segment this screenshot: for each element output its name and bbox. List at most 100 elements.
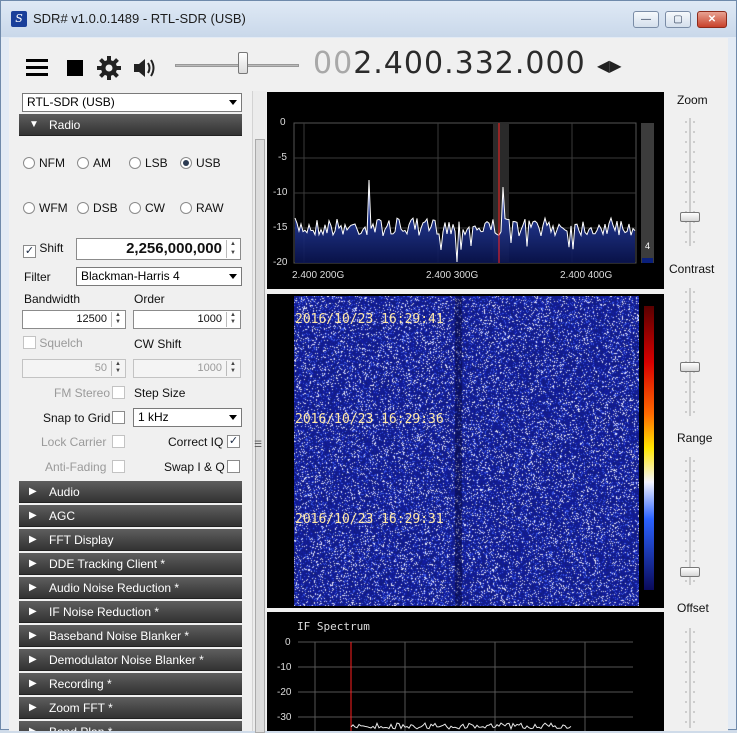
slider-ticks bbox=[685, 118, 695, 246]
mode-radio-dsb[interactable]: DSB bbox=[77, 201, 118, 215]
speaker-icon[interactable] bbox=[131, 54, 157, 80]
slider-ticks bbox=[685, 288, 695, 416]
mode-radio-usb[interactable]: USB bbox=[180, 156, 221, 170]
splitter-grip-icon[interactable]: ☰ bbox=[254, 439, 262, 450]
section-label: Recording * bbox=[49, 677, 112, 691]
collapsed-triangle-icon: ▶ bbox=[29, 606, 37, 617]
step-size-label: Step Size bbox=[134, 386, 186, 400]
offset-slider[interactable] bbox=[682, 628, 698, 728]
order-label: Order bbox=[134, 292, 165, 306]
frequency-display[interactable]: 002.400.332.000 bbox=[313, 46, 586, 81]
radio-circle bbox=[129, 157, 141, 169]
section-fft-display[interactable]: ▶ FFT Display bbox=[19, 529, 242, 551]
snap-to-grid-label: Snap to Grid bbox=[43, 411, 111, 425]
hamburger-icon[interactable] bbox=[24, 54, 50, 80]
checkbox-box bbox=[23, 336, 36, 349]
sdr-icon: S bbox=[11, 11, 27, 27]
spinner-icon[interactable]: ▲ ▼ bbox=[111, 361, 124, 376]
contrast-label: Contrast bbox=[669, 262, 715, 276]
offset-label: Offset bbox=[677, 601, 709, 615]
slider-ticks bbox=[685, 457, 695, 585]
tune-arrows-icon[interactable]: ◀▶ bbox=[597, 56, 622, 76]
spectrum-y-tick: -20 bbox=[273, 257, 288, 268]
radio-circle bbox=[180, 202, 192, 214]
radio-circle bbox=[129, 202, 141, 214]
chevron-down-icon bbox=[229, 274, 237, 279]
spinner-icon[interactable]: ▲ ▼ bbox=[226, 361, 239, 376]
section-if-noise-reduction[interactable]: ▶ IF Noise Reduction * bbox=[19, 601, 242, 623]
control-panel-scrollbar[interactable]: ☰ bbox=[252, 91, 266, 733]
correct-iq-checkbox[interactable]: ✓ bbox=[227, 435, 240, 448]
gear-icon[interactable] bbox=[96, 54, 122, 80]
mode-radio-am[interactable]: AM bbox=[77, 156, 111, 170]
section-label: FFT Display bbox=[49, 533, 114, 547]
device-select-value: RTL-SDR (USB) bbox=[27, 95, 115, 109]
radio-section-header[interactable]: ▼ Radio bbox=[19, 114, 242, 136]
mode-radio-raw[interactable]: RAW bbox=[180, 201, 224, 215]
filter-select[interactable]: Blackman-Harris 4 bbox=[76, 267, 242, 286]
volume-slider-track[interactable] bbox=[175, 64, 299, 67]
spinner-icon[interactable]: ▲ ▼ bbox=[226, 240, 239, 258]
device-select[interactable]: RTL-SDR (USB) bbox=[22, 93, 242, 112]
waterfall-display[interactable]: 2016/10/23 16:29:41 2016/10/23 16:29:36 … bbox=[267, 294, 664, 608]
spectrum-y-tick: -10 bbox=[273, 187, 288, 198]
scrollbar-thumb[interactable] bbox=[255, 139, 265, 733]
minimize-button[interactable]: — bbox=[633, 11, 659, 28]
mode-label: NFM bbox=[39, 156, 65, 170]
radio-circle bbox=[77, 157, 89, 169]
spinner-icon[interactable]: ▲ ▼ bbox=[226, 312, 239, 327]
spinner-icon[interactable]: ▲ ▼ bbox=[111, 312, 124, 327]
collapsed-triangle-icon: ▶ bbox=[29, 486, 37, 497]
collapsed-triangle-icon: ▶ bbox=[29, 630, 37, 641]
close-button[interactable]: ✕ bbox=[697, 11, 727, 28]
step-size-select[interactable]: 1 kHz bbox=[133, 408, 242, 427]
contrast-slider[interactable] bbox=[680, 288, 700, 416]
shift-input[interactable]: 2,256,000,000 ▲ ▼ bbox=[76, 238, 241, 260]
fm-stereo-label: FM Stereo bbox=[54, 386, 111, 400]
bandwidth-label: Bandwidth bbox=[24, 292, 81, 306]
section-audio[interactable]: ▶ Audio bbox=[19, 481, 242, 503]
frequency-prefix: 00 bbox=[313, 46, 354, 81]
mode-radio-nfm[interactable]: NFM bbox=[23, 156, 65, 170]
spectrum-analyzer[interactable]: 0 -5 -10 -15 -20 2.400 200G 2.400 300G 2… bbox=[267, 92, 664, 289]
section-dde-tracking[interactable]: ▶ DDE Tracking Client * bbox=[19, 553, 242, 575]
squelch-checkbox[interactable]: Squelch bbox=[23, 336, 83, 350]
bandwidth-input[interactable]: 12500 ▲ ▼ bbox=[22, 310, 126, 329]
mode-radio-lsb[interactable]: LSB bbox=[129, 156, 168, 170]
squelch-input[interactable]: 50 ▲ ▼ bbox=[22, 359, 126, 378]
section-baseband-noise-blanker[interactable]: ▶ Baseband Noise Blanker * bbox=[19, 625, 242, 647]
stop-icon[interactable] bbox=[62, 54, 88, 80]
section-audio-noise-reduction[interactable]: ▶ Audio Noise Reduction * bbox=[19, 577, 242, 599]
if-spectrum-panel[interactable]: IF Spectrum 0 -10 -20 -30 bbox=[267, 612, 664, 731]
cw-shift-input[interactable]: 1000 ▲ ▼ bbox=[133, 359, 241, 378]
swap-iq-checkbox[interactable] bbox=[227, 460, 240, 473]
snap-to-grid-checkbox[interactable] bbox=[112, 411, 125, 424]
lock-carrier-checkbox[interactable] bbox=[112, 435, 125, 448]
signal-meter-value: 4 bbox=[645, 241, 651, 251]
fm-stereo-checkbox[interactable] bbox=[112, 386, 125, 399]
maximize-button[interactable]: ▢ bbox=[665, 11, 691, 28]
check-mark-icon: ✓ bbox=[23, 245, 36, 258]
zoom-slider[interactable] bbox=[680, 118, 700, 246]
range-slider[interactable] bbox=[680, 457, 700, 585]
anti-fading-checkbox[interactable] bbox=[112, 460, 125, 473]
waterfall-timestamp: 2016/10/23 16:29:31 bbox=[295, 512, 444, 527]
range-slider-knob[interactable] bbox=[680, 567, 700, 577]
mode-radio-wfm[interactable]: WFM bbox=[23, 201, 68, 215]
shift-checkbox[interactable]: ✓ Shift bbox=[23, 241, 63, 258]
zoom-slider-knob[interactable] bbox=[680, 212, 700, 222]
section-label: Audio bbox=[49, 485, 80, 499]
collapsed-triangle-icon: ▶ bbox=[29, 582, 37, 593]
volume-slider-thumb[interactable] bbox=[238, 52, 248, 74]
if-y-tick: -10 bbox=[277, 662, 292, 673]
title-bar[interactable]: S SDR# v1.0.0.1489 - RTL-SDR (USB) — ▢ ✕ bbox=[1, 1, 736, 37]
mode-radio-cw[interactable]: CW bbox=[129, 201, 165, 215]
section-demodulator-noise-blanker[interactable]: ▶ Demodulator Noise Blanker * bbox=[19, 649, 242, 671]
section-agc[interactable]: ▶ AGC bbox=[19, 505, 242, 527]
order-input[interactable]: 1000 ▲ ▼ bbox=[133, 310, 241, 329]
section-zoom-fft[interactable]: ▶ Zoom FFT * bbox=[19, 697, 242, 719]
contrast-slider-knob[interactable] bbox=[680, 362, 700, 372]
frequency-value: 2.400.332.000 bbox=[353, 46, 586, 81]
section-recording[interactable]: ▶ Recording * bbox=[19, 673, 242, 695]
correct-iq-label: Correct IQ bbox=[168, 435, 224, 449]
